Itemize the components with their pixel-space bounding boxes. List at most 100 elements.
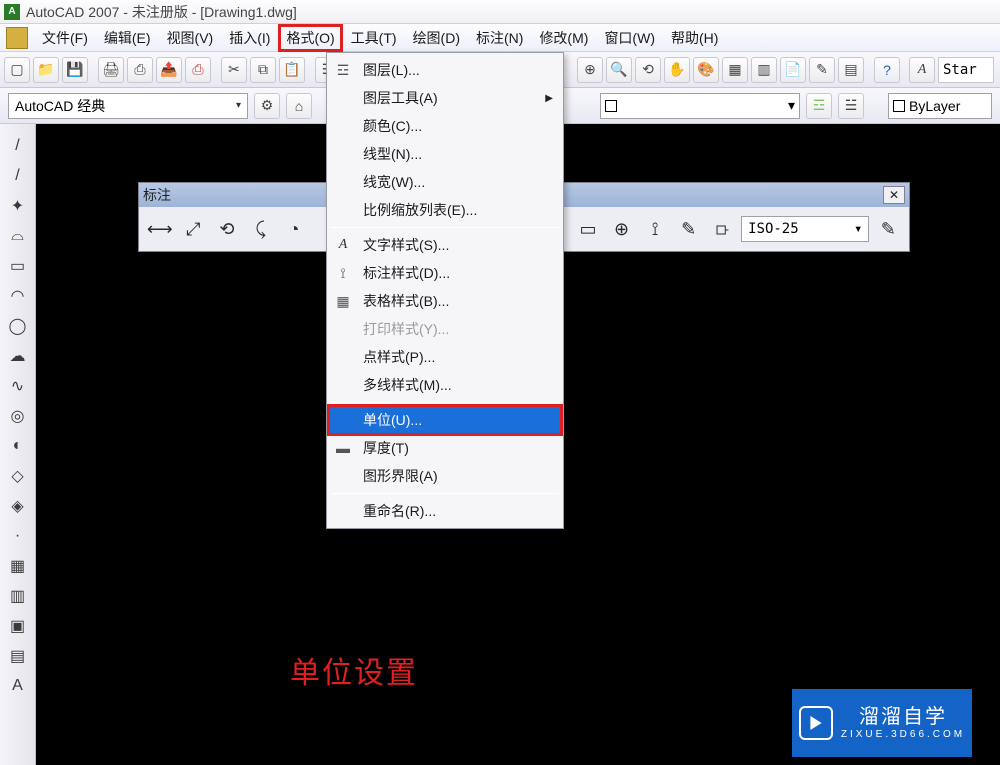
menu-format[interactable]: 格式(O) bbox=[278, 24, 342, 52]
cut-icon[interactable]: ✂ bbox=[221, 57, 247, 83]
menu-modify[interactable]: 修改(M) bbox=[531, 24, 596, 52]
ws-settings-icon[interactable]: ⚙ bbox=[254, 93, 280, 119]
watermark-sub: ZIXUE.3D66.COM bbox=[841, 729, 965, 741]
help-icon[interactable]: ? bbox=[874, 57, 900, 83]
menu-rename[interactable]: 重命名(R)... bbox=[329, 497, 561, 525]
calc-icon[interactable]: ▤ bbox=[838, 57, 864, 83]
paste-icon[interactable]: 📋 bbox=[279, 57, 305, 83]
dimcenter-icon[interactable]: ▭ bbox=[573, 214, 603, 244]
block-icon[interactable]: ◈ bbox=[6, 494, 30, 518]
line-icon[interactable]: / bbox=[6, 134, 30, 158]
menu-plotstyle: 打印样式(Y)... bbox=[329, 315, 561, 343]
layerstack-icon[interactable]: ☲ bbox=[806, 93, 832, 119]
menu-view[interactable]: 视图(V) bbox=[159, 24, 222, 52]
open-icon[interactable]: 📁 bbox=[33, 57, 59, 83]
menu-linetype[interactable]: 线型(N)... bbox=[329, 140, 561, 168]
menubar-file-icon[interactable] bbox=[6, 27, 28, 49]
point-icon[interactable]: · bbox=[6, 524, 30, 548]
menu-tablestyle[interactable]: ▦表格样式(B)... bbox=[329, 287, 561, 315]
ws-home-icon[interactable]: ⌂ bbox=[286, 93, 312, 119]
save-icon[interactable]: 💾 bbox=[62, 57, 88, 83]
dimarc-icon[interactable]: ⟲ bbox=[212, 214, 242, 244]
spline-icon[interactable]: ∿ bbox=[6, 374, 30, 398]
dc-icon[interactable]: ▥ bbox=[751, 57, 777, 83]
arc-icon[interactable]: ◠ bbox=[6, 284, 30, 308]
menu-insert[interactable]: 插入(I) bbox=[221, 24, 278, 52]
circle-icon[interactable]: ◯ bbox=[6, 314, 30, 338]
menu-color[interactable]: 颜色(C)... bbox=[329, 112, 561, 140]
gradient-icon[interactable]: ▥ bbox=[6, 584, 30, 608]
preview-icon[interactable]: ⎙ bbox=[127, 57, 153, 83]
menu-tools[interactable]: 工具(T) bbox=[343, 24, 405, 52]
menu-units[interactable]: 单位(U)... bbox=[329, 406, 561, 434]
menu-help[interactable]: 帮助(H) bbox=[663, 24, 726, 52]
rectangle-icon[interactable]: ▭ bbox=[6, 254, 30, 278]
zoom-prev-icon[interactable]: ⟲ bbox=[635, 57, 661, 83]
sheet-icon[interactable]: 📄 bbox=[780, 57, 806, 83]
menu-dimstyle[interactable]: ⟟标注样式(D)... bbox=[329, 259, 561, 287]
layer-state-combo[interactable]: ▾ bbox=[600, 93, 800, 119]
zoom-win-icon[interactable]: 🔍 bbox=[606, 57, 632, 83]
plot-icon[interactable]: ⎙ bbox=[185, 57, 211, 83]
menu-pointstyle[interactable]: 点样式(P)... bbox=[329, 343, 561, 371]
chevron-down-icon: ▾ bbox=[854, 221, 862, 237]
hatch-icon[interactable]: ▦ bbox=[6, 554, 30, 578]
menu-draw[interactable]: 绘图(D) bbox=[405, 24, 468, 52]
menu-mlinestyle[interactable]: 多线样式(M)... bbox=[329, 371, 561, 399]
dimstyle-combo[interactable]: ISO-25 ▾ bbox=[741, 216, 869, 242]
pan-icon[interactable]: ✋ bbox=[664, 57, 690, 83]
menu-dimension[interactable]: 标注(N) bbox=[468, 24, 531, 52]
dimspace-icon[interactable]: ⟥ bbox=[708, 214, 738, 244]
layerfilter-icon[interactable]: ☱ bbox=[838, 93, 864, 119]
watermark: 溜溜自学 ZIXUE.3D66.COM bbox=[792, 689, 972, 757]
close-icon[interactable]: ✕ bbox=[883, 186, 905, 204]
revcloud-icon[interactable]: ☁ bbox=[6, 344, 30, 368]
menu-thickness[interactable]: ▬厚度(T) bbox=[329, 434, 561, 462]
titlebar: A AutoCAD 2007 - 未注册版 - [Drawing1.dwg] bbox=[0, 0, 1000, 24]
play-icon bbox=[799, 706, 833, 740]
print-icon[interactable]: 🖨 bbox=[98, 57, 124, 83]
publish-icon[interactable]: 📤 bbox=[156, 57, 182, 83]
thickness-icon: ▬ bbox=[331, 437, 355, 459]
dimaligned-icon[interactable]: ⤢ bbox=[179, 214, 209, 244]
dimlinear-icon[interactable]: ⟷ bbox=[145, 214, 175, 244]
menu-layer[interactable]: ☲图层(L)... bbox=[329, 56, 561, 84]
dimord-icon[interactable]: ⤹ bbox=[246, 214, 276, 244]
palette-icon[interactable]: 🎨 bbox=[693, 57, 719, 83]
submenu-arrow-icon: ▶ bbox=[545, 93, 553, 104]
menubar: 文件(F) 编辑(E) 视图(V) 插入(I) 格式(O) 工具(T) 绘图(D… bbox=[0, 24, 1000, 52]
polyline-icon[interactable]: ✦ bbox=[6, 194, 30, 218]
polygon-icon[interactable]: ⌓ bbox=[6, 224, 30, 248]
menu-scalelist[interactable]: 比例缩放列表(E)... bbox=[329, 196, 561, 224]
menu-file[interactable]: 文件(F) bbox=[34, 24, 96, 52]
copy-icon[interactable]: ⧉ bbox=[250, 57, 276, 83]
props-icon[interactable]: ▦ bbox=[722, 57, 748, 83]
dimedit-icon[interactable]: ⊕ bbox=[607, 214, 637, 244]
text-icon[interactable]: A bbox=[6, 674, 30, 698]
dimtedit-icon[interactable]: ⟟ bbox=[640, 214, 670, 244]
xline-icon[interactable]: / bbox=[6, 164, 30, 188]
table-icon[interactable]: ▤ bbox=[6, 644, 30, 668]
insert-icon[interactable]: ◇ bbox=[6, 464, 30, 488]
workspace-combo[interactable]: AutoCAD 经典 ▾ bbox=[8, 93, 248, 119]
region-icon[interactable]: ▣ bbox=[6, 614, 30, 638]
dimrad-icon[interactable]: ◔ bbox=[279, 214, 309, 244]
dimupdate-icon[interactable]: ✎ bbox=[674, 214, 704, 244]
style-dropdown[interactable]: Star bbox=[938, 57, 994, 83]
new-icon[interactable]: ▢ bbox=[4, 57, 30, 83]
menu-layer-tools[interactable]: 图层工具(A)▶ bbox=[329, 84, 561, 112]
menu-textstyle[interactable]: A文字样式(S)... bbox=[329, 231, 561, 259]
textstyle-icon[interactable]: A bbox=[909, 57, 935, 83]
textstyle-icon: A bbox=[331, 234, 355, 256]
color-combo[interactable]: ByLayer bbox=[888, 93, 992, 119]
ellipse-icon[interactable]: ◎ bbox=[6, 404, 30, 428]
chevron-down-icon: ▾ bbox=[788, 97, 795, 114]
menu-edit[interactable]: 编辑(E) bbox=[96, 24, 159, 52]
markup-icon[interactable]: ✎ bbox=[809, 57, 835, 83]
zoom-ext-icon[interactable]: ⊕ bbox=[577, 57, 603, 83]
ellipsearc-icon[interactable]: ◐ bbox=[6, 434, 30, 458]
menu-limits[interactable]: 图形界限(A) bbox=[329, 462, 561, 490]
menu-window[interactable]: 窗口(W) bbox=[596, 24, 663, 52]
menu-lineweight[interactable]: 线宽(W)... bbox=[329, 168, 561, 196]
dimstyle-icon[interactable]: ✎ bbox=[873, 214, 903, 244]
